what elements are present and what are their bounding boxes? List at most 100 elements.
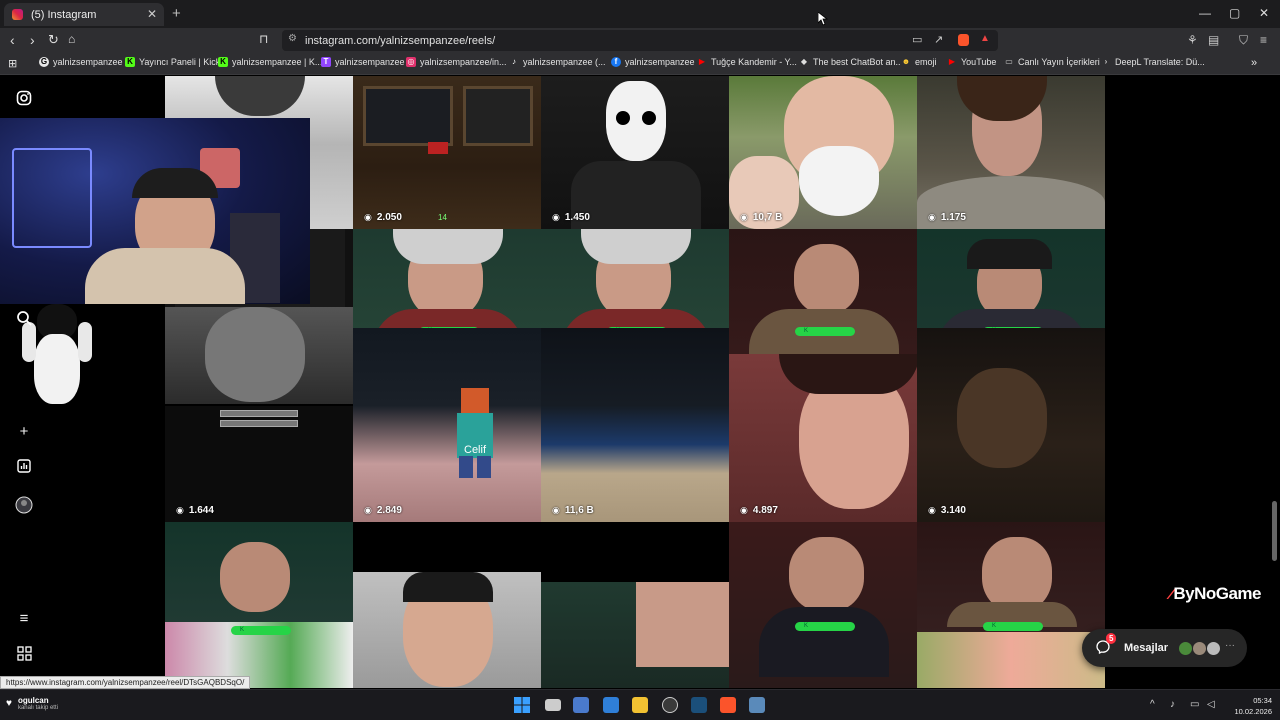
also-from-meta-icon[interactable] [14,646,34,666]
network-icon[interactable]: ▭ [1190,699,1199,710]
bookmark-item[interactable]: K Yayıncı Paneli | Kick [125,57,220,67]
bookmark-item[interactable]: Tyalnizsempanzee [321,57,405,67]
app-icon[interactable] [662,697,678,713]
reel-tile[interactable] [353,572,541,688]
search-icon[interactable] [14,310,34,330]
eye-icon: ◉ [740,212,748,222]
notification-widget[interactable]: ♥ ogulcan kanalı takip etti [6,696,58,711]
reel-tile[interactable]: 14 ◉ 2.050 [353,76,541,229]
page-scrollbar[interactable] [1272,501,1277,561]
close-window-button[interactable]: ✕ [1259,6,1269,20]
reel-tile[interactable]: ◉ 2.849 [353,328,541,522]
kick-icon: K [218,57,228,67]
app-icon[interactable] [603,697,619,713]
instagram-logo-icon[interactable] [14,90,34,110]
reel-tile[interactable] [541,582,729,688]
reel-tile[interactable]: ◉ 1.644 [165,406,353,522]
brave-browser-icon[interactable] [720,697,736,713]
eye-icon: ◉ [740,505,748,515]
brave-shields-icon[interactable] [958,34,969,46]
share-icon[interactable]: ↗ [934,33,943,46]
bookmark-item[interactable]: ▶ Tuğçe Kandemir - Y... [697,57,797,67]
bookmark-item[interactable]: ▶ YouTube [947,57,996,67]
bookmark-item[interactable]: Gyalnizsempanzee [39,57,123,67]
tray-chevron-icon[interactable]: ^ [1150,699,1155,710]
bookmark-item[interactable]: ☻ emoji [901,57,937,67]
tab-instagram[interactable]: (5) Instagram ✕ [4,3,164,26]
tiktok-icon: ♪ [509,57,519,67]
reel-tile[interactable]: K [917,522,1105,688]
app-icon[interactable] [749,697,765,713]
profile-avatar[interactable] [14,496,34,516]
new-tab-button[interactable]: + [172,5,181,22]
apps-grid-icon[interactable]: ⊞ [8,57,17,70]
app-icon[interactable] [573,697,589,713]
bookmarks-bar: ⊞ Gyalnizsempanzee K Yayıncı Paneli | Kic… [0,53,1280,75]
bookmark-icon[interactable]: ⊓ [259,32,268,46]
messenger-icon: 5 [1096,632,1117,657]
kick-overlay-badge: K [231,626,291,635]
vpn-icon[interactable]: ⛉ [1239,33,1248,48]
tab-title: (5) Instagram [31,8,97,21]
xp-level-label: 14 [438,213,447,222]
home-icon[interactable]: ⌂ [68,32,75,46]
forward-icon[interactable]: › [30,32,35,48]
reel-tile[interactable]: K [729,522,917,688]
steam-icon[interactable] [691,697,707,713]
volume-icon[interactable]: ◁ [1207,699,1215,710]
dashboard-icon[interactable] [14,459,34,479]
reel-views: ◉ 1.450 [552,212,590,223]
reel-tile[interactable]: ◉ 11,6 B [541,328,729,522]
kick-overlay-badge: K [795,622,855,631]
eye-icon: ◉ [364,505,372,515]
system-clock[interactable]: 05:34 10.02.2026 [1232,695,1272,717]
more-bookmarks-icon[interactable]: » [1251,57,1257,69]
url-bar[interactable]: ⚙ instagram.com/yalnizsempanzee/reels/ ▭… [282,30,998,51]
cast-icon[interactable]: ▭ [912,33,922,46]
avatar [1192,641,1207,656]
back-icon[interactable]: ‹ [10,32,15,48]
wallet-icon[interactable]: ▤ [1208,33,1219,47]
reel-tile[interactable]: ◉ 10,7 B [729,76,917,229]
reel-views: ◉ 1.175 [928,212,966,223]
file-explorer-icon[interactable] [632,697,648,713]
bookmark-item[interactable]: ◆ The best ChatBot an... [799,57,903,67]
task-view-icon[interactable] [545,699,561,711]
site-info-icon[interactable]: ⚙ [288,33,297,44]
bookmark-item[interactable]: Kyalnizsempanzee | K... [218,57,322,67]
menu-icon[interactable]: ≡ [1260,33,1267,47]
microphone-icon[interactable]: ♪ [1170,699,1175,710]
minimize-button[interactable]: — [1199,6,1211,20]
heart-icon: ♥ [6,698,12,709]
google-icon: G [39,57,49,67]
avatar [1178,641,1193,656]
youtube-icon: ▶ [697,57,707,67]
extensions-icon[interactable]: ⚘ [1187,33,1198,47]
avatar [1206,641,1221,656]
more-menu-icon[interactable]: ≡ [14,609,34,629]
tab-close-icon[interactable]: ✕ [147,7,157,21]
reel-tile[interactable]: ◉ 3.140 [917,328,1105,522]
folder-icon: ▭ [1004,57,1014,67]
reel-tile[interactable]: K [165,522,353,622]
instagram-reels-page: 14 ◉2.050 ◉1.450 ◉10,7 B ◉1.175 K K [0,76,1280,688]
instagram-icon: ◎ [406,57,416,67]
bookmark-item[interactable]: ◎ yalnizsempanzee/in... [406,57,507,67]
youtube-icon: ▶ [947,57,957,67]
reload-icon[interactable]: ↻ [48,32,59,48]
brave-rewards-icon[interactable]: ▲ [980,33,990,44]
messages-button[interactable]: 5 Mesajlar ··· [1082,629,1247,667]
bookmark-item[interactable]: ♪ yalnizsempanzee (... [509,57,606,67]
maximize-button[interactable]: ▢ [1229,6,1240,20]
bookmark-item[interactable]: f yalnizsempanzee [611,57,695,67]
windows-taskbar: ♥ ogulcan kanalı takip etti ^ ♪ ▭ ◁ 05:3… [0,689,1280,720]
reel-views: ◉ 3.140 [928,505,966,516]
windows-start-icon[interactable] [514,697,530,713]
create-icon[interactable]: + [14,422,34,442]
reel-tile[interactable]: ◉ 4.897 [729,354,917,522]
reel-tile[interactable]: ◉ 1.175 [917,76,1105,229]
bookmark-folder[interactable]: ▭ Canlı Yayın İçerikleri [1004,57,1100,67]
reel-tile[interactable]: ◉ 1.450 [541,76,729,229]
bookmark-item[interactable]: › DeepL Translate: Dü... [1101,57,1205,67]
messages-label: Mesajlar [1124,642,1169,654]
